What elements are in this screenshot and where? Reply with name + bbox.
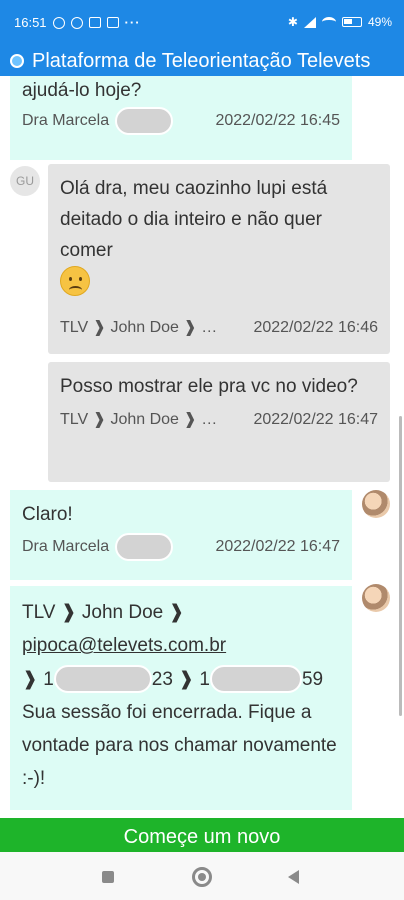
scrollbar[interactable] <box>399 416 402 716</box>
message-time: 2022/02/22 16:47 <box>253 410 378 428</box>
redacted-name <box>115 532 174 561</box>
message-text: Sua sessão foi encerrada. Fique a vontad… <box>22 701 337 790</box>
message-time: 2022/02/22 16:46 <box>253 319 378 337</box>
doctor-avatar <box>362 490 390 518</box>
app-header: Plataforma de Teleorientação Televets <box>0 46 404 76</box>
start-new-button[interactable]: Começe um novo <box>0 818 404 852</box>
message-time: 2022/02/22 16:45 <box>215 111 340 129</box>
message-text: ajudá-lo hoje? <box>22 80 142 101</box>
message-contact-line: TLV ❱ John Doe ❱ <box>22 602 185 623</box>
recent-apps-icon[interactable] <box>102 871 114 883</box>
alarm-icon <box>52 16 65 29</box>
battery-icon <box>341 17 362 27</box>
wifi-icon <box>321 17 336 27</box>
whatsapp-icon <box>70 16 83 29</box>
message-time: 2022/02/22 16:47 <box>215 537 340 555</box>
email-link[interactable]: pipoca@televets.com.br <box>22 635 226 656</box>
message-outgoing: Olá dra, meu caozinho lupi está deitado … <box>48 164 390 354</box>
redacted-phone <box>53 665 152 694</box>
user-avatar: GU <box>10 166 40 196</box>
status-time: 16:51 <box>14 15 47 30</box>
system-nav-bar <box>0 852 404 900</box>
bluetooth-icon: ✱ <box>287 15 298 29</box>
message-incoming: ajudá-lo hoje? Dra Marcela 2022/02/22 16… <box>10 76 352 160</box>
redacted-name <box>115 106 174 135</box>
message-text: Olá dra, meu caozinho lupi está deitado … <box>60 178 328 261</box>
back-icon[interactable] <box>288 870 299 884</box>
app-title: Plataforma de Teleorientação Televets <box>32 49 371 72</box>
more-notifications-icon: ··· <box>124 15 141 30</box>
message-outgoing: Posso mostrar ele pra vc no video? TLV ❱… <box>48 362 390 482</box>
phone-line: ❱ 1 23 ❱ 1 59 <box>22 663 340 696</box>
message-author: TLV ❱ John Doe ❱ … <box>60 410 218 428</box>
message-author: Dra Marcela <box>22 537 110 555</box>
message-author: Dra Marcela <box>22 111 110 129</box>
redacted-phone <box>209 665 302 694</box>
slightly-frowning-face-icon <box>60 266 90 297</box>
message-icon <box>88 17 101 28</box>
battery-level: 49% <box>367 15 392 29</box>
message-incoming: TLV ❱ John Doe ❱ pipoca@televets.com.br … <box>10 586 352 810</box>
message-incoming: Claro! Dra Marcela 2022/02/22 16:47 <box>10 490 352 580</box>
app-logo-icon <box>10 54 24 68</box>
status-bar: 16:51 ··· ✱ 49% <box>0 0 404 46</box>
doctor-avatar <box>362 584 390 612</box>
chat-area[interactable]: ajudá-lo hoje? Dra Marcela 2022/02/22 16… <box>0 76 404 818</box>
message-author: TLV ❱ John Doe ❱ … <box>60 319 218 337</box>
home-icon[interactable] <box>192 867 212 887</box>
shield-icon <box>106 17 119 28</box>
message-text: Claro! <box>22 504 73 525</box>
message-text: Posso mostrar ele pra vc no video? <box>60 376 358 397</box>
signal-icon <box>303 16 316 28</box>
